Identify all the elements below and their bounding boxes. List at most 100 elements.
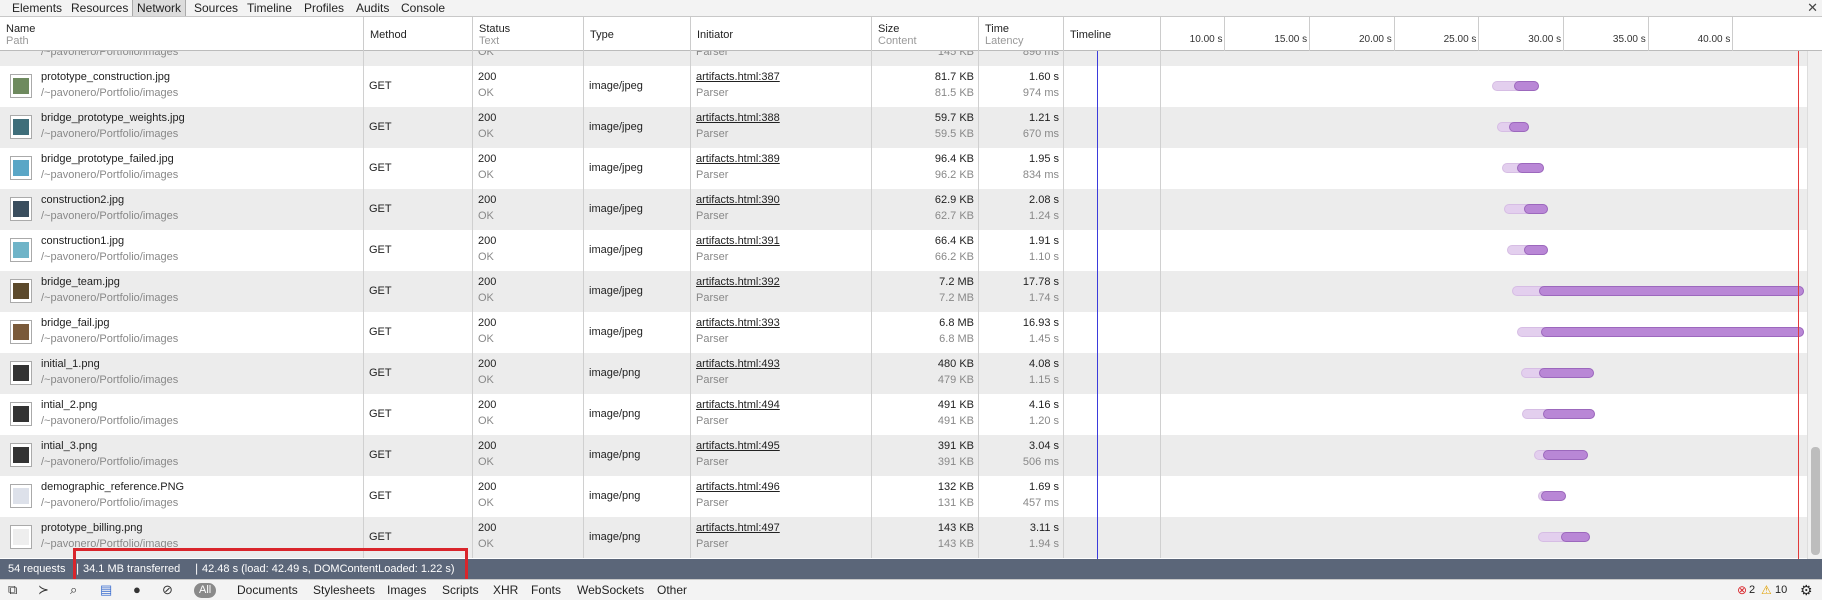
filter-other[interactable]: Other xyxy=(657,580,687,600)
table-row[interactable]: demographic_reference.PNG/~pavonero/Port… xyxy=(0,476,1807,517)
column-header-size[interactable]: Size Content xyxy=(872,17,979,51)
tab-resources[interactable]: Resources xyxy=(67,0,132,16)
tab-sources[interactable]: Sources xyxy=(190,0,242,16)
timeline-bar-receiving[interactable] xyxy=(1541,327,1804,337)
request-name[interactable]: prototype_billing.png xyxy=(41,521,178,537)
filter-images[interactable]: Images xyxy=(387,580,426,600)
timeline-bar-receiving[interactable] xyxy=(1524,245,1548,255)
column-header-method[interactable]: Method xyxy=(364,17,473,51)
grid-scrollbar[interactable] xyxy=(1807,51,1822,559)
initiator-link[interactable]: artifacts.html:496 xyxy=(696,480,867,496)
column-header-name[interactable]: Name Path xyxy=(0,17,364,51)
scrollbar-thumb[interactable] xyxy=(1811,447,1820,555)
console-drawer-icon[interactable]: ≻ xyxy=(38,582,49,598)
tab-timeline[interactable]: Timeline xyxy=(243,0,296,16)
tab-audits[interactable]: Audits xyxy=(352,0,393,16)
column-header-type[interactable]: Type xyxy=(584,17,691,51)
timeline-bar-receiving[interactable] xyxy=(1539,286,1804,296)
table-row[interactable]: construction2.jpg/~pavonero/Portfolio/im… xyxy=(0,189,1807,230)
name-cell[interactable]: initial_1.png/~pavonero/Portfolio/images xyxy=(0,353,364,394)
warning-icon[interactable]: ⚠ xyxy=(1761,580,1772,600)
filter-scripts[interactable]: Scripts xyxy=(442,580,479,600)
initiator-link[interactable]: artifacts.html:393 xyxy=(696,316,867,332)
tab-console[interactable]: Console xyxy=(397,0,449,16)
name-cell[interactable]: construction1.jpg/~pavonero/Portfolio/im… xyxy=(0,230,364,271)
initiator-link[interactable]: artifacts.html:392 xyxy=(696,275,867,291)
filter-all[interactable]: All xyxy=(194,583,217,598)
large-rows-icon[interactable]: ▤ xyxy=(100,582,112,598)
request-name[interactable]: intial_3.png xyxy=(41,439,178,455)
timeline-bar-receiving[interactable] xyxy=(1561,532,1591,542)
filter-websockets[interactable]: WebSockets xyxy=(577,580,644,600)
table-row[interactable]: bridge_prototype_weights.jpg/~pavonero/P… xyxy=(0,107,1807,148)
tab-profiles[interactable]: Profiles xyxy=(300,0,348,16)
name-cell[interactable]: demographic_reference.PNG/~pavonero/Port… xyxy=(0,476,364,517)
gear-icon[interactable]: ⚙ xyxy=(1800,580,1813,600)
tab-network[interactable]: Network xyxy=(132,0,187,16)
table-row-partial[interactable]: /~pavonero/Portfolio/images OK image/jpeg P… xyxy=(0,51,1807,66)
name-cell[interactable]: bridge_prototype_weights.jpg/~pavonero/P… xyxy=(0,107,364,148)
clear-icon[interactable]: ⊘ xyxy=(162,582,173,598)
filter-documents[interactable]: Documents xyxy=(237,580,298,600)
column-header-timeline[interactable]: Timeline xyxy=(1064,17,1161,51)
name-box: prototype_billing.png/~pavonero/Portfoli… xyxy=(41,521,178,551)
timeline-bar-receiving[interactable] xyxy=(1508,122,1530,132)
request-name[interactable]: construction1.jpg xyxy=(41,234,178,250)
name-cell[interactable]: bridge_fail.jpg/~pavonero/Portfolio/imag… xyxy=(0,312,364,353)
search-icon[interactable]: ⌕ xyxy=(70,582,77,598)
tab-elements[interactable]: Elements xyxy=(8,0,66,16)
table-row[interactable]: intial_3.png/~pavonero/Portfolio/images G… xyxy=(0,435,1807,476)
name-cell[interactable]: bridge_team.jpg/~pavonero/Portfolio/imag… xyxy=(0,271,364,312)
request-name[interactable]: initial_1.png xyxy=(41,357,178,373)
name-cell[interactable]: construction2.jpg/~pavonero/Portfolio/im… xyxy=(0,189,364,230)
initiator-link[interactable]: artifacts.html:391 xyxy=(696,234,867,250)
initiator-link[interactable]: artifacts.html:494 xyxy=(696,398,867,414)
initiator-link[interactable]: artifacts.html:390 xyxy=(696,193,867,209)
record-icon[interactable]: ● xyxy=(133,582,141,598)
filter-xhr[interactable]: XHR xyxy=(493,580,518,600)
initiator-link[interactable]: artifacts.html:389 xyxy=(696,152,867,168)
initiator-link[interactable]: artifacts.html:387 xyxy=(696,70,867,86)
timeline-bar-receiving[interactable] xyxy=(1513,81,1540,91)
name-cell[interactable]: intial_2.png/~pavonero/Portfolio/images xyxy=(0,394,364,435)
timeline-bar-receiving[interactable] xyxy=(1541,491,1567,501)
initiator-link[interactable]: artifacts.html:388 xyxy=(696,111,867,127)
column-header-status[interactable]: Status Text xyxy=(473,17,584,51)
request-name[interactable]: demographic_reference.PNG xyxy=(41,480,184,496)
dock-icon[interactable]: ⧉ xyxy=(8,582,17,598)
request-name[interactable]: bridge_prototype_failed.jpg xyxy=(41,152,178,168)
request-name[interactable]: bridge_team.jpg xyxy=(41,275,178,291)
table-row[interactable]: construction1.jpg/~pavonero/Portfolio/im… xyxy=(0,230,1807,271)
header-status-label: Status xyxy=(479,23,511,35)
close-icon[interactable]: ✕ xyxy=(1807,0,1818,16)
request-name[interactable]: construction2.jpg xyxy=(41,193,178,209)
table-row[interactable]: bridge_prototype_failed.jpg/~pavonero/Po… xyxy=(0,148,1807,189)
error-icon[interactable]: ⊗ xyxy=(1737,580,1747,600)
request-name[interactable]: prototype_construction.jpg xyxy=(41,70,178,86)
request-name[interactable]: bridge_fail.jpg xyxy=(41,316,178,332)
table-row[interactable]: initial_1.png/~pavonero/Portfolio/images… xyxy=(0,353,1807,394)
name-cell[interactable]: prototype_construction.jpg/~pavonero/Por… xyxy=(0,66,364,107)
timeline-bar-receiving[interactable] xyxy=(1539,368,1594,378)
table-row[interactable]: bridge_team.jpg/~pavonero/Portfolio/imag… xyxy=(0,271,1807,312)
table-row[interactable]: bridge_fail.jpg/~pavonero/Portfolio/imag… xyxy=(0,312,1807,353)
request-name[interactable]: bridge_prototype_weights.jpg xyxy=(41,111,185,127)
name-cell[interactable]: bridge_prototype_failed.jpg/~pavonero/Po… xyxy=(0,148,364,189)
column-header-initiator[interactable]: Initiator xyxy=(691,17,872,51)
timeline-bar-receiving[interactable] xyxy=(1517,163,1545,173)
filter-stylesheets[interactable]: Stylesheets xyxy=(313,580,375,600)
name-cell[interactable]: intial_3.png/~pavonero/Portfolio/images xyxy=(0,435,364,476)
initiator-link[interactable]: artifacts.html:495 xyxy=(696,439,867,455)
initiator-link[interactable]: artifacts.html:497 xyxy=(696,521,867,537)
timeline-bar-receiving[interactable] xyxy=(1524,204,1548,214)
request-name[interactable]: intial_2.png xyxy=(41,398,178,414)
initiator-link[interactable]: artifacts.html:493 xyxy=(696,357,867,373)
timeline-bar-receiving[interactable] xyxy=(1542,450,1589,460)
column-header-time[interactable]: Time Latency xyxy=(979,17,1064,51)
filter-fonts[interactable]: Fonts xyxy=(531,580,561,600)
error-count[interactable]: 2 xyxy=(1749,580,1755,600)
timeline-bar-receiving[interactable] xyxy=(1542,409,1596,419)
warning-count[interactable]: 10 xyxy=(1775,580,1787,600)
table-row[interactable]: intial_2.png/~pavonero/Portfolio/images G… xyxy=(0,394,1807,435)
table-row[interactable]: prototype_construction.jpg/~pavonero/Por… xyxy=(0,66,1807,107)
